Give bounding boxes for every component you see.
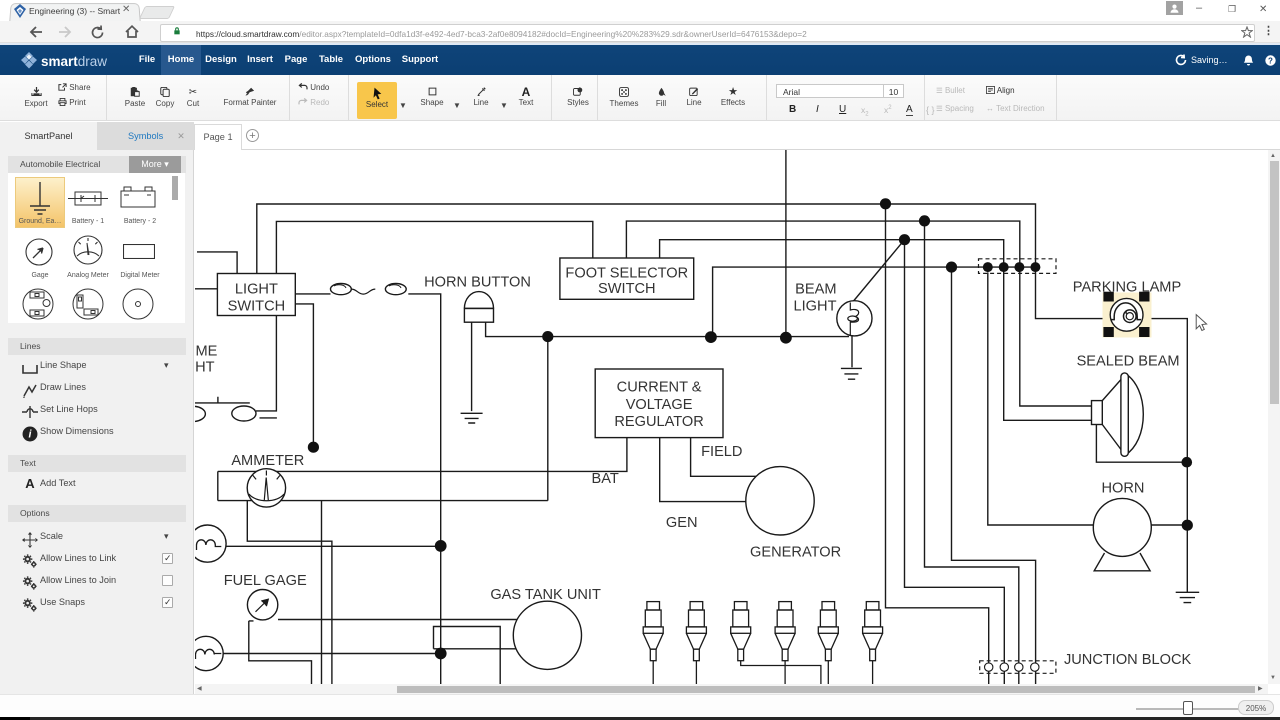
svg-text:FOOT SELECTOR: FOOT SELECTOR [565, 266, 688, 282]
svg-text:GENERATOR: GENERATOR [750, 545, 841, 561]
svg-text:LIGHT: LIGHT [794, 298, 837, 314]
svg-text:DOME: DOME [195, 343, 218, 359]
svg-text:?: ? [1268, 56, 1273, 65]
svg-text:FIELD: FIELD [701, 444, 742, 460]
svg-text:GEN: GEN [666, 515, 698, 531]
svg-text:SWITCH: SWITCH [228, 299, 286, 315]
svg-text:HORN: HORN [1102, 481, 1145, 497]
svg-text:BAT: BAT [592, 471, 619, 487]
svg-text:REGULATOR: REGULATOR [614, 414, 703, 430]
svg-text:BEAM: BEAM [795, 281, 836, 297]
svg-text:PARKING LAMP: PARKING LAMP [1073, 279, 1181, 295]
svg-text:SEALED BEAM: SEALED BEAM [1077, 354, 1180, 370]
svg-text:JUNCTION BLOCK: JUNCTION BLOCK [1064, 652, 1192, 668]
svg-text:LIGHT: LIGHT [195, 359, 215, 375]
svg-text:HORN BUTTON: HORN BUTTON [424, 275, 531, 291]
svg-text:LIGHT: LIGHT [235, 282, 278, 298]
svg-text:AMMETER: AMMETER [231, 453, 304, 469]
svg-text:FUEL GAGE: FUEL GAGE [224, 573, 307, 589]
svg-text:CURRENT &: CURRENT & [617, 380, 702, 396]
svg-text:GAS TANK UNIT: GAS TANK UNIT [490, 587, 601, 603]
svg-text:VOLTAGE: VOLTAGE [626, 397, 693, 413]
svg-text:SWITCH: SWITCH [598, 281, 656, 297]
